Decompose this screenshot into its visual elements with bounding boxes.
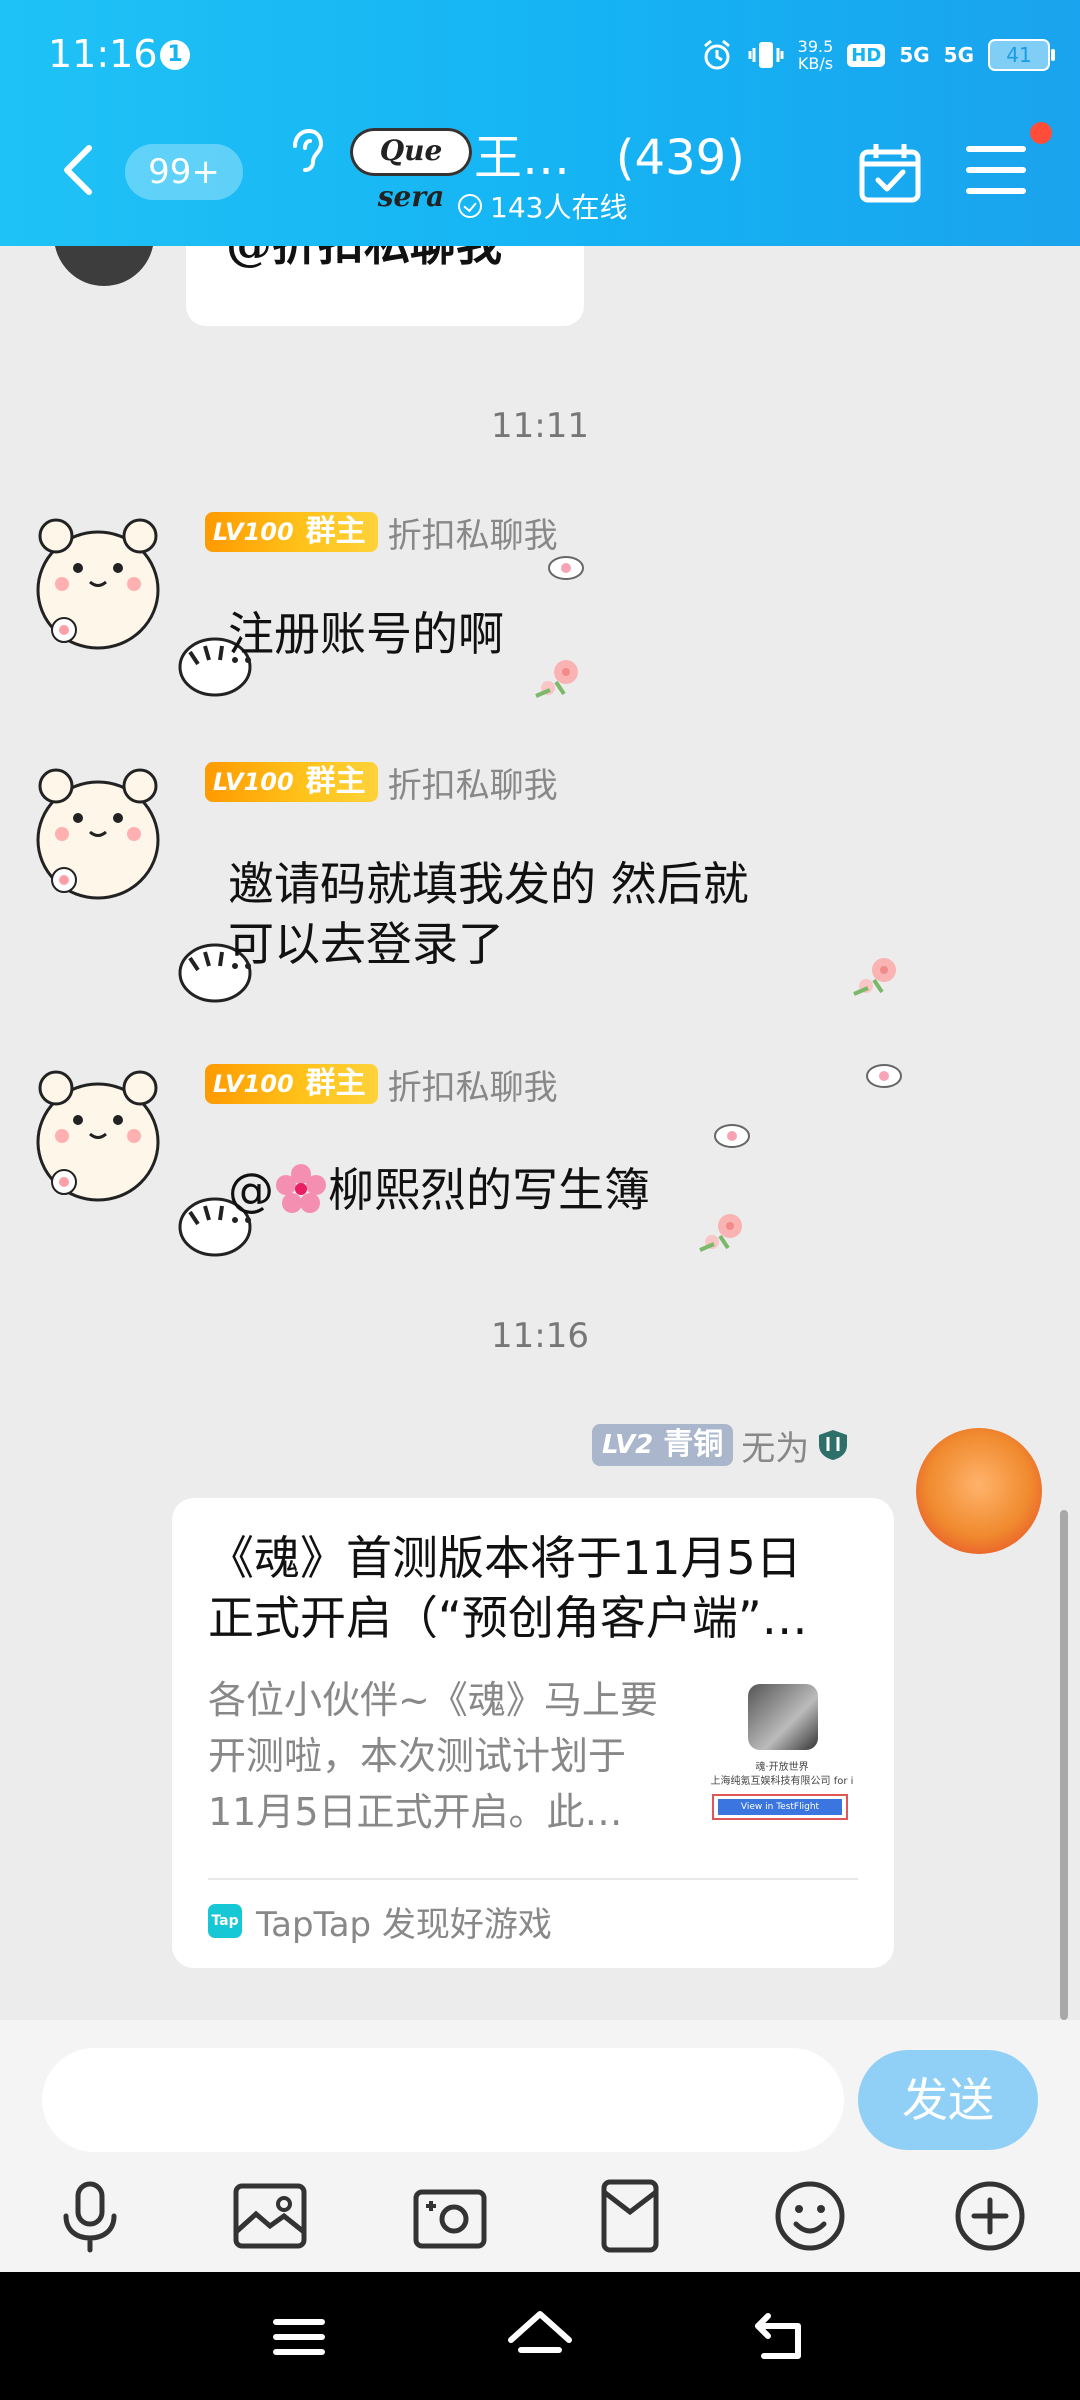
speech-bubble-deco-icon (714, 1124, 750, 1148)
taptap-icon: Tap (208, 1904, 242, 1938)
card-thumbnail: 魂·开放世界 上海纯氪互娱科技有限公司 for i View in TestFl… (700, 1674, 864, 1832)
message-input[interactable] (42, 2048, 844, 2152)
home-icon (508, 2311, 572, 2353)
recent-apps-button[interactable] (264, 2302, 334, 2372)
speech-bubble-deco-icon (548, 556, 584, 580)
camera-button[interactable] (410, 2176, 490, 2256)
unread-count-badge[interactable]: 99+ (125, 144, 243, 200)
rank-badge: 青铜 (659, 1424, 734, 1466)
level-badge: LV100 (205, 1064, 302, 1104)
member-badge: LV2 青铜 无为 (592, 1424, 851, 1469)
avatar[interactable] (916, 1428, 1042, 1554)
sender-name[interactable]: 折扣私聊我 (388, 1060, 558, 1109)
member-count: (439) (615, 130, 745, 186)
online-count: 143人在线 (490, 191, 628, 224)
send-button[interactable]: 发送 (858, 2050, 1038, 2150)
message-text[interactable]: @ 柳熙烈的写生簿 (228, 1160, 650, 1220)
timestamp: 11:11 (491, 406, 589, 446)
shield-badge-icon (819, 1430, 848, 1460)
microphone-button[interactable] (50, 2176, 130, 2256)
message-list[interactable]: @折扣私聊我 11:11 LV100 群主 折扣私聊我 注册账号的啊 LV100… (0, 246, 1080, 2020)
scrollbar[interactable] (1060, 1510, 1068, 2020)
sender-name[interactable]: 折扣私聊我 (388, 508, 558, 557)
message-text[interactable]: 邀请码就填我发的 然后就 可以去登录了 (228, 854, 749, 974)
tiger-avatar[interactable] (28, 512, 168, 652)
group-avatar-logo[interactable]: Que sera (350, 128, 472, 213)
card-title: 《魂》首测版本将于11月5日 正式开启（“预创角客户端”… (208, 1531, 808, 1645)
sender-name[interactable]: 无为 (741, 1421, 809, 1470)
input-area: 发送 (0, 2020, 1080, 2272)
flower-deco-icon (699, 1214, 742, 1252)
thumb-button: View in TestFlight (712, 1794, 848, 1820)
home-button[interactable] (505, 2302, 575, 2372)
member-badge: LV100 群主 折扣私聊我 (205, 1064, 558, 1108)
tiger-avatar[interactable] (28, 762, 168, 902)
owner-badge: 群主 (301, 1064, 378, 1104)
check-circle-icon (458, 194, 482, 218)
red-packet-button[interactable] (590, 2176, 670, 2256)
battery-icon: 41 (988, 39, 1055, 71)
owner-badge: 群主 (301, 512, 378, 552)
flower-deco-icon (535, 660, 578, 698)
back-button[interactable] (55, 140, 105, 200)
avatar[interactable] (54, 246, 154, 286)
speech-bubble-deco-icon (866, 1064, 902, 1088)
emoji-icon (775, 2181, 845, 2251)
sender-name[interactable]: 折扣私聊我 (388, 758, 558, 807)
chevron-left-icon (64, 145, 92, 195)
tiger-avatar[interactable] (28, 1064, 168, 1204)
plus-icon (955, 2181, 1025, 2251)
red-packet-icon (601, 2179, 659, 2253)
input-toolbar (0, 2176, 1080, 2266)
app-icon (748, 1684, 818, 1750)
message-text[interactable]: 注册账号的啊 (228, 604, 504, 664)
group-title[interactable]: 王… (439) (474, 118, 745, 188)
plus-button[interactable] (950, 2176, 1030, 2256)
menu-icon[interactable] (966, 146, 1026, 198)
system-nav-bar (0, 2272, 1080, 2400)
card-source: Tap TapTap 发现好游戏 (208, 1896, 552, 1946)
menu-lines-icon (273, 2319, 325, 2355)
net-speed: 39.5 KB/s (797, 37, 834, 73)
level-badge: LV100 (205, 762, 302, 802)
image-button[interactable] (230, 2176, 310, 2256)
vibrate-icon (748, 42, 784, 68)
status-time: 11:16 (48, 32, 158, 76)
notification-badge: 1 (160, 40, 190, 70)
back-nav-button[interactable] (746, 2302, 816, 2372)
divider (208, 1878, 858, 1880)
message-bubble[interactable]: @折扣私聊我 (186, 246, 584, 326)
level-badge: LV100 (205, 512, 302, 552)
flower-deco-icon (853, 958, 896, 996)
member-badge: LV100 群主 折扣私聊我 (205, 762, 558, 806)
status-bar: 11:16 1 39.5 KB/s HD 5G 5G 41 (0, 0, 1080, 110)
member-badge: LV100 群主 折扣私聊我 (205, 512, 558, 556)
level-badge: LV2 (592, 1424, 660, 1466)
microphone-icon (63, 2181, 117, 2253)
signal-5g-icon: 5G (899, 43, 930, 67)
ear-icon[interactable] (285, 126, 325, 176)
cherry-blossom-icon (276, 1164, 326, 1213)
share-card[interactable]: 《魂》首测版本将于11月5日 正式开启（“预创角客户端”… 各位小伙伴~《魂》马… (172, 1498, 894, 1968)
timestamp: 11:16 (491, 1316, 589, 1356)
image-icon (233, 2183, 307, 2249)
card-description: 各位小伙伴~《魂》马上要 开测啦，本次测试计划于 11月5日正式开启。此… (208, 1678, 658, 1834)
hd-icon: HD (847, 43, 886, 67)
menu-notification-dot (1030, 122, 1052, 144)
online-status[interactable]: 143人在线 (458, 186, 627, 226)
status-icons: 39.5 KB/s HD 5G 5G 41 (700, 32, 1055, 78)
camera-icon (413, 2189, 487, 2249)
back-arrow-icon (755, 2313, 801, 2359)
alarm-icon (703, 39, 730, 70)
calendar-check-icon[interactable] (858, 140, 922, 204)
owner-badge: 群主 (301, 762, 378, 802)
emoji-button[interactable] (770, 2176, 850, 2256)
signal-5g-icon-2: 5G (943, 43, 974, 67)
chat-header: 11:16 1 39.5 KB/s HD 5G 5G 41 99+ Que ser… (0, 0, 1080, 246)
